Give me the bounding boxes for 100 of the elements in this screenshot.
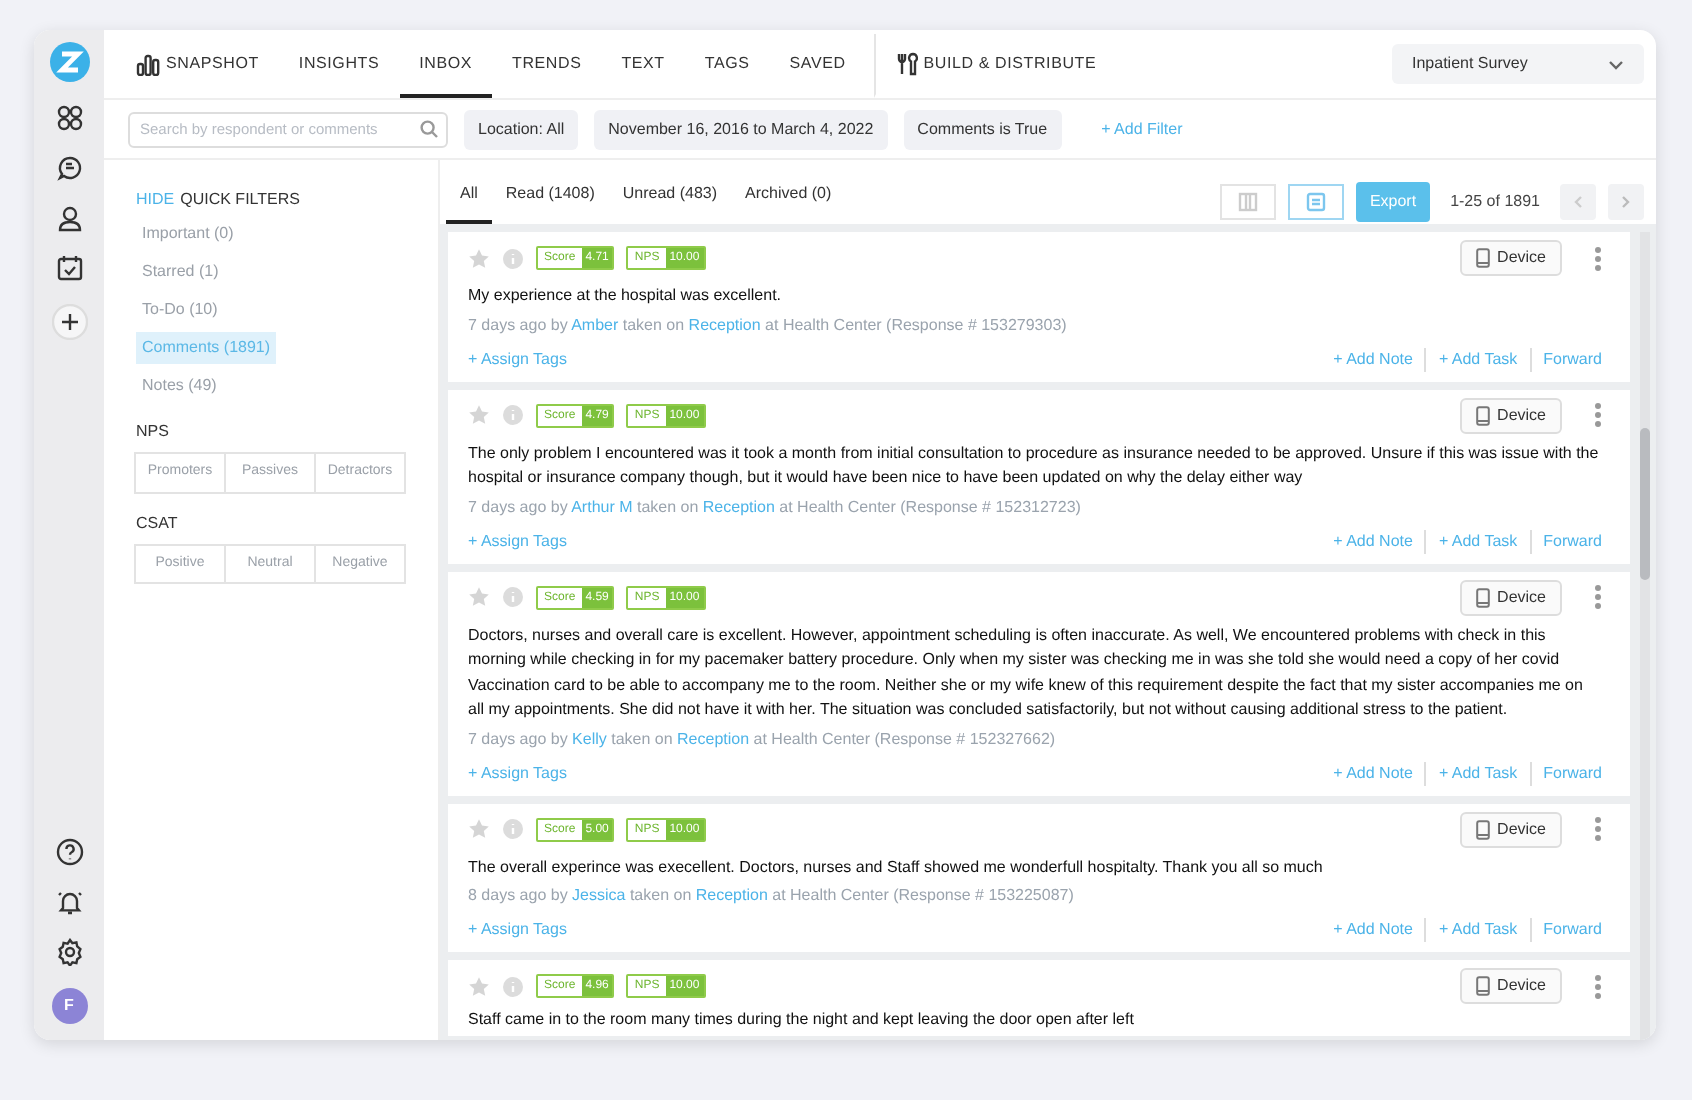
device-button[interactable]: Device — [1459, 397, 1562, 433]
previous-page-button[interactable] — [1560, 184, 1596, 220]
survey-dropdown[interactable]: Inpatient Survey — [1392, 44, 1644, 84]
quick-filter-item[interactable]: Notes (49) — [136, 370, 223, 402]
filter-chip[interactable]: Comments is True — [903, 109, 1062, 149]
quick-filter-item[interactable]: Comments (1891) — [136, 332, 277, 364]
action-link[interactable]: Forward — [1529, 918, 1602, 942]
assign-tags-link[interactable]: + Assign Tags — [468, 918, 567, 942]
nav-tab[interactable]: SAVED — [769, 34, 866, 98]
assign-tags-link[interactable]: + Assign Tags — [468, 347, 567, 371]
response-meta: 7 days ago by Amber taken on Reception at Health Center (Response # 153279303) — [468, 313, 1069, 337]
nav-tab[interactable]: INSIGHTS — [278, 34, 400, 98]
nav-tab[interactable]: TAGS — [684, 34, 770, 98]
action-link[interactable]: + Add Task — [1424, 347, 1518, 371]
list-icon — [1305, 192, 1326, 212]
info-icon[interactable] — [502, 586, 524, 608]
device-button[interactable]: Device — [1459, 579, 1562, 615]
star-icon[interactable] — [468, 586, 490, 608]
calendar-check-icon[interactable] — [55, 254, 83, 282]
scrollbar-thumb[interactable] — [1640, 428, 1650, 580]
group-title: CSAT — [136, 511, 180, 535]
device-button[interactable]: Device — [1459, 240, 1562, 276]
action-link[interactable]: + Add Note — [1333, 347, 1413, 371]
chat-icon[interactable] — [55, 154, 83, 182]
comment-text: The overall experince was execellent. Doctors, nurses and Staff showed me wonderfull hospitalty. Thank you all so much — [468, 855, 1325, 880]
user-icon[interactable] — [55, 204, 83, 232]
group-title: NPS — [136, 420, 171, 444]
action-link[interactable]: + Add Task — [1424, 761, 1518, 785]
action-link[interactable]: + Add Note — [1333, 761, 1413, 785]
nav-tab[interactable]: TRENDS — [492, 34, 602, 98]
more-options-icon[interactable] — [1594, 245, 1602, 271]
filter-chip[interactable]: Location: All — [464, 109, 579, 149]
more-options-icon[interactable] — [1594, 584, 1602, 610]
comment-text: Staff came in to the room many times during the night and kept leaving the door open after left — [468, 1008, 1136, 1032]
star-icon[interactable] — [468, 404, 490, 426]
nav-tab[interactable]: TEXT — [601, 34, 685, 98]
comment-text: The only problem I encountered was it took a month from initial consultation to procedure as insurance needed to be approved. Unsure if this was issue with the hospital or insurance company though, but it would have been nice to have been updated on why the delay either way — [468, 441, 1601, 490]
columns-icon — [1237, 192, 1258, 212]
bar-chart-icon — [136, 53, 160, 75]
settings-icon[interactable] — [55, 938, 83, 966]
quick-filter-item[interactable]: To-Do (10) — [136, 294, 224, 326]
export-button[interactable]: Export — [1355, 182, 1431, 222]
next-page-button[interactable] — [1608, 184, 1644, 220]
message-filter-tab[interactable]: Read (1408) — [491, 182, 609, 224]
logo-icon[interactable] — [49, 42, 89, 82]
user-avatar[interactable]: F — [51, 988, 87, 1024]
nav-tab[interactable]: BUILD & DISTRIBUTE — [873, 34, 1117, 98]
action-link[interactable]: Forward — [1529, 347, 1602, 371]
star-icon[interactable] — [468, 818, 490, 840]
location-link[interactable]: Reception — [702, 497, 775, 515]
info-icon[interactable] — [502, 975, 524, 997]
add-filter-link[interactable]: + Add Filter — [1089, 115, 1195, 143]
message-filter-tab[interactable]: Archived (0) — [731, 182, 846, 224]
action-link[interactable]: Forward — [1529, 529, 1602, 553]
more-options-icon[interactable] — [1594, 973, 1602, 999]
device-button[interactable]: Device — [1459, 968, 1562, 1004]
location-link[interactable]: Reception — [677, 729, 750, 747]
info-icon[interactable] — [502, 818, 524, 840]
action-link[interactable]: + Add Note — [1333, 918, 1413, 942]
star-icon[interactable] — [468, 247, 490, 269]
tablet-icon — [1475, 819, 1490, 839]
respondent-link[interactable]: Jessica — [572, 886, 626, 904]
location-link[interactable]: Reception — [688, 315, 761, 333]
quick-filter-item[interactable]: Important (0) — [136, 218, 240, 250]
action-link[interactable]: + Add Task — [1424, 918, 1518, 942]
quick-filter-item[interactable]: Starred (1) — [136, 256, 225, 288]
info-icon[interactable] — [502, 247, 524, 269]
respondent-link[interactable]: Arthur M — [571, 497, 633, 515]
response-meta: 8 days ago by Jessica taken on Reception at Health Center (Response # 153225087) — [468, 884, 1076, 908]
response-meta: 7 days ago by Kelly taken on Reception at Health Center (Response # 152327662) — [468, 727, 1058, 751]
grid-icon[interactable] — [55, 104, 83, 132]
chevron-left-icon — [1574, 195, 1582, 208]
device-button[interactable]: Device — [1459, 811, 1562, 847]
location-link[interactable]: Reception — [695, 886, 768, 904]
star-icon[interactable] — [468, 975, 490, 997]
filter-chip[interactable]: November 16, 2016 to March 4, 2022 — [594, 109, 888, 149]
assign-tags-link[interactable]: + Assign Tags — [468, 529, 567, 553]
more-options-icon[interactable] — [1594, 402, 1602, 428]
nav-tab[interactable]: SNAPSHOT — [116, 34, 279, 98]
help-icon[interactable] — [55, 838, 83, 866]
info-icon[interactable] — [502, 404, 524, 426]
hide-link[interactable]: HIDE — [136, 190, 175, 208]
bell-icon[interactable] — [55, 888, 83, 916]
tools-icon — [895, 52, 918, 76]
nav-tab[interactable]: INBOX — [399, 34, 493, 98]
view-toggle[interactable] — [1219, 184, 1276, 220]
action-link[interactable]: Forward — [1529, 761, 1602, 785]
view-toggle[interactable] — [1287, 184, 1344, 220]
action-link[interactable]: + Add Note — [1333, 529, 1413, 553]
respondent-link[interactable]: Amber — [571, 315, 619, 333]
tablet-icon — [1475, 248, 1490, 268]
more-options-icon[interactable] — [1594, 816, 1602, 842]
section-title: QUICK FILTERS — [180, 190, 300, 208]
respondent-link[interactable]: Kelly — [572, 729, 607, 747]
assign-tags-link[interactable]: + Assign Tags — [468, 761, 567, 785]
chevron-right-icon — [1622, 195, 1630, 208]
message-filter-tab[interactable]: Unread (483) — [608, 182, 732, 224]
action-link[interactable]: + Add Task — [1424, 529, 1518, 553]
add-icon[interactable] — [51, 304, 87, 340]
tablet-icon — [1475, 405, 1490, 425]
